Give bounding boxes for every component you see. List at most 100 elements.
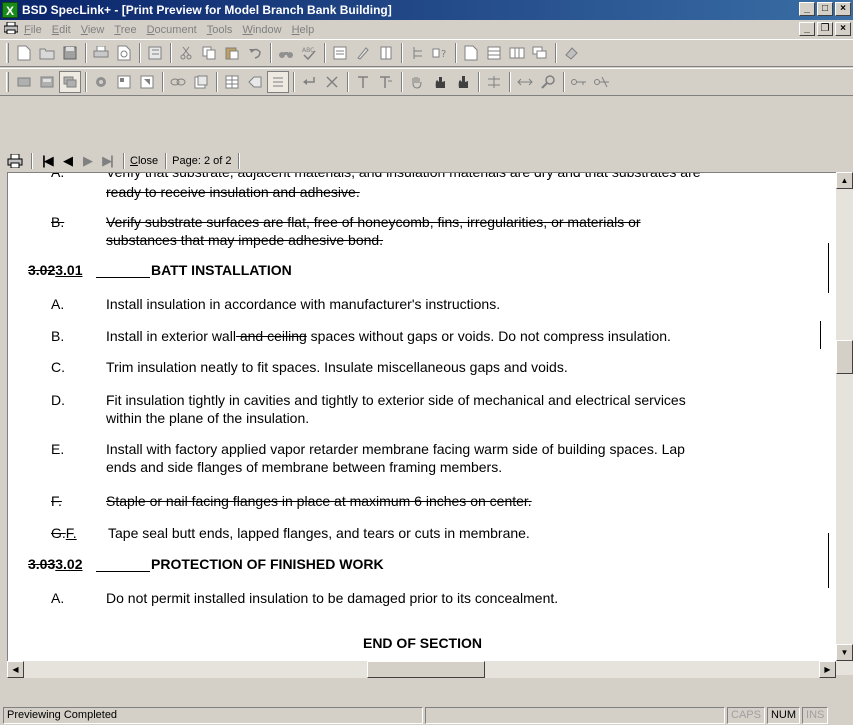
new-icon[interactable] bbox=[13, 42, 35, 64]
form-icon[interactable] bbox=[113, 71, 135, 93]
scroll-left-button[interactable]: ◀ bbox=[7, 661, 24, 678]
item-letter: B. bbox=[51, 214, 65, 230]
menu-tree[interactable]: Tree bbox=[114, 24, 136, 36]
eraser-icon[interactable] bbox=[560, 42, 582, 64]
menu-help[interactable]: Help bbox=[292, 24, 315, 36]
gray-box-icon[interactable] bbox=[13, 71, 35, 93]
table-icon[interactable] bbox=[221, 71, 243, 93]
previous-page-button[interactable]: ◀ bbox=[58, 152, 76, 170]
paragraph-line: ends and side flanges of membrane betwee… bbox=[106, 459, 503, 475]
print-icon bbox=[7, 154, 23, 168]
next-page-button[interactable]: ▶ bbox=[78, 152, 96, 170]
toolbar-separator bbox=[293, 72, 295, 92]
open-icon[interactable] bbox=[36, 42, 58, 64]
arrows-icon[interactable] bbox=[514, 71, 536, 93]
key-icon[interactable] bbox=[568, 71, 590, 93]
section-icon[interactable] bbox=[375, 42, 397, 64]
paste-icon[interactable] bbox=[221, 42, 243, 64]
document-arrow-icon[interactable] bbox=[136, 71, 158, 93]
hand-open-icon[interactable] bbox=[406, 71, 428, 93]
item-letter: A. bbox=[51, 590, 65, 606]
spell-check-icon[interactable]: ABC bbox=[298, 42, 320, 64]
menu-file[interactable]: File bbox=[24, 24, 42, 36]
tree-icon[interactable] bbox=[406, 42, 428, 64]
horizontal-scroll-thumb[interactable] bbox=[367, 661, 485, 678]
print-preview-icon[interactable] bbox=[113, 42, 135, 64]
print-icon[interactable] bbox=[3, 21, 19, 37]
app-icon: X bbox=[2, 2, 18, 18]
last-page-button[interactable]: ▶| bbox=[98, 152, 116, 170]
menu-window[interactable]: Window bbox=[242, 24, 281, 36]
copy-icon[interactable] bbox=[198, 42, 220, 64]
outline-icon[interactable] bbox=[144, 42, 166, 64]
window-title: BSD SpecLink+ - [Print Preview for Model… bbox=[22, 3, 392, 17]
toolbar-separator bbox=[401, 72, 403, 92]
scroll-up-button[interactable]: ▲ bbox=[836, 172, 853, 189]
toolbar-separator bbox=[85, 43, 87, 63]
doc-close-button[interactable]: × bbox=[835, 22, 851, 36]
checklist-icon[interactable] bbox=[267, 71, 289, 93]
paragraph-line: Trim insulation neatly to fit spaces. In… bbox=[106, 359, 568, 375]
scroll-down-button[interactable]: ▼ bbox=[836, 644, 853, 661]
num-indicator: NUM bbox=[766, 706, 801, 724]
cascade-icon[interactable] bbox=[529, 42, 551, 64]
enter-icon[interactable] bbox=[298, 71, 320, 93]
close-button[interactable]: × bbox=[835, 2, 851, 16]
undo-icon[interactable] bbox=[244, 42, 266, 64]
doc-minimize-button[interactable]: _ bbox=[799, 22, 815, 36]
section-heading: 3.023.01 bbox=[28, 262, 83, 278]
first-page-button[interactable]: |◀ bbox=[38, 152, 56, 170]
vertical-scroll-thumb[interactable] bbox=[836, 340, 853, 374]
menu-edit[interactable]: Edit bbox=[52, 24, 71, 36]
document-properties-icon[interactable] bbox=[329, 42, 351, 64]
gear-icon[interactable] bbox=[90, 71, 112, 93]
page-indicator: Page: 2 of 2 bbox=[172, 155, 232, 167]
menu-view[interactable]: View bbox=[81, 24, 105, 36]
pin-icon[interactable] bbox=[352, 71, 374, 93]
unpin-icon[interactable] bbox=[375, 71, 397, 93]
maximize-button[interactable]: □ bbox=[817, 2, 833, 16]
scroll-right-button[interactable]: ▶ bbox=[819, 661, 836, 678]
stack-icon[interactable] bbox=[59, 71, 81, 93]
split-icon[interactable] bbox=[483, 71, 505, 93]
link-tag-icon[interactable] bbox=[244, 71, 266, 93]
print-icon[interactable] bbox=[90, 42, 112, 64]
notes-icon[interactable] bbox=[190, 71, 212, 93]
horizontal-scrollbar[interactable]: ◀ ▶ bbox=[7, 661, 836, 678]
paragraph-line: Install insulation in accordance with ma… bbox=[106, 296, 501, 312]
item-letter: B. bbox=[51, 328, 65, 344]
find-icon[interactable] bbox=[275, 42, 297, 64]
vertical-scrollbar[interactable]: ▲ ▼ bbox=[836, 172, 853, 675]
key-off-icon[interactable] bbox=[591, 71, 613, 93]
document-preview[interactable]: Verify that substrate, adjacent material… bbox=[7, 172, 836, 661]
section-title: BATT INSTALLATION bbox=[151, 262, 292, 278]
page-icon[interactable] bbox=[460, 42, 482, 64]
menu-document[interactable]: Document bbox=[147, 24, 197, 36]
print-preview-toolbar: |◀ ◀ ▶ ▶| Close Page: 2 of 2 bbox=[0, 150, 853, 172]
toolbar-grip[interactable] bbox=[6, 43, 9, 63]
toolbar-separator bbox=[216, 72, 218, 92]
print-button[interactable] bbox=[6, 152, 24, 170]
change-bar bbox=[828, 243, 829, 293]
delete-x-icon[interactable] bbox=[321, 71, 343, 93]
close-preview-button[interactable]: Close bbox=[130, 152, 158, 170]
menu-tools[interactable]: Tools bbox=[207, 24, 233, 36]
cut-icon[interactable] bbox=[175, 42, 197, 64]
save-icon[interactable] bbox=[59, 42, 81, 64]
paragraph-line: Tape seal butt ends, lapped flanges, and… bbox=[108, 525, 530, 541]
toolbar-separator bbox=[85, 72, 87, 92]
window-icon[interactable] bbox=[36, 71, 58, 93]
key-search-icon[interactable] bbox=[537, 71, 559, 93]
hand-icon[interactable] bbox=[429, 71, 451, 93]
paragraph-line: Verify substrate surfaces are flat, free… bbox=[106, 214, 641, 230]
toolbar-grip[interactable] bbox=[6, 72, 9, 92]
minimize-button[interactable]: _ bbox=[799, 2, 815, 16]
columns-icon[interactable] bbox=[506, 42, 528, 64]
hand-point-icon[interactable] bbox=[452, 71, 474, 93]
window-controls: _ □ × bbox=[799, 2, 851, 16]
edit-text-icon[interactable] bbox=[352, 42, 374, 64]
link-help-icon[interactable]: ? bbox=[429, 42, 451, 64]
doc-restore-button[interactable]: ❐ bbox=[817, 22, 833, 36]
list-view-icon[interactable] bbox=[483, 42, 505, 64]
link-icon[interactable] bbox=[167, 71, 189, 93]
